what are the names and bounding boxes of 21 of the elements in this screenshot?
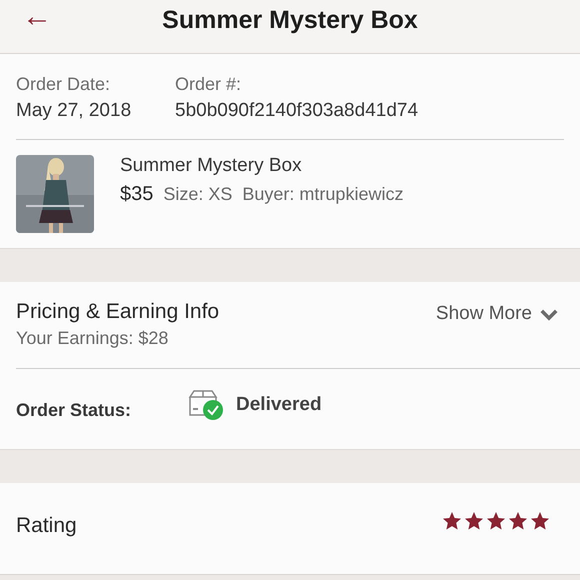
- order-date: May 27, 2018: [16, 99, 132, 123]
- show-more-button[interactable]: Show More: [436, 300, 558, 328]
- item-price: $35: [120, 182, 154, 207]
- order-status-label: Order Status:: [16, 400, 132, 420]
- pricing-title: Pricing & Earning Info: [16, 299, 220, 325]
- item-title: Summer Mystery Box: [120, 154, 303, 178]
- star-icon: [486, 511, 506, 531]
- page-title: Summer Mystery Box: [162, 6, 418, 36]
- item-size: Size: XS: [163, 183, 232, 206]
- rating-label: Rating: [16, 514, 77, 538]
- star-icon: [530, 511, 550, 531]
- earnings-text: Your Earnings: $28: [16, 327, 170, 350]
- order-number: 5b0b090f2140f303a8d41d74: [175, 99, 418, 123]
- buyer-name: Buyer: mtrupkiewicz: [242, 183, 404, 206]
- order-number-label: Order #:: [175, 73, 242, 96]
- star-icon: [464, 511, 484, 531]
- star-icon: [508, 511, 528, 531]
- status-text: Delivered: [236, 394, 322, 416]
- star-icon: [442, 511, 462, 531]
- back-button[interactable]: ←: [22, 2, 52, 32]
- order-date-label: Order Date:: [16, 73, 112, 96]
